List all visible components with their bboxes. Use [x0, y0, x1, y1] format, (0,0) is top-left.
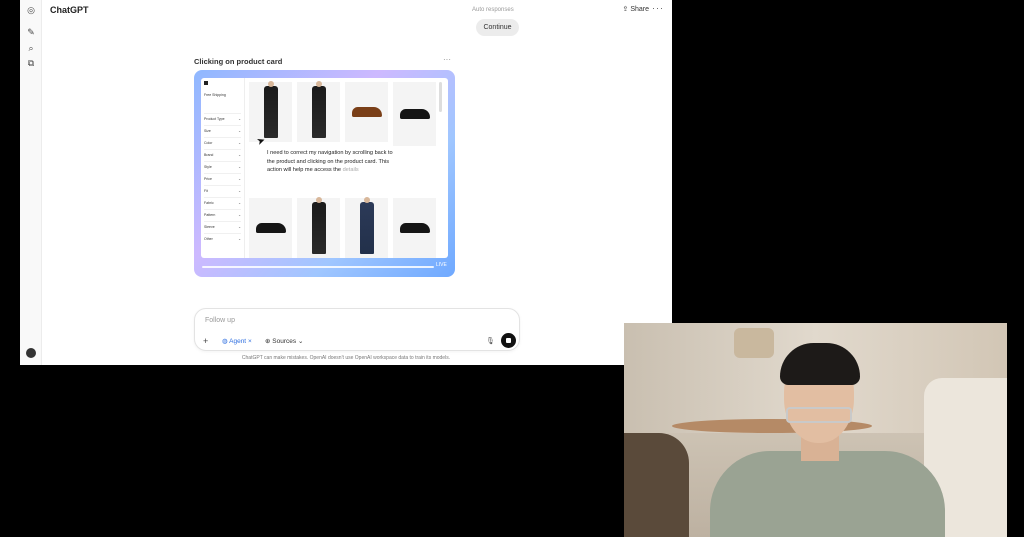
filter-row-label: Style [204, 165, 212, 170]
agent-icon: ◍ [222, 338, 228, 345]
filter-row-label: Fit [204, 189, 208, 194]
filter-heading: Free Shipping [204, 93, 226, 98]
composer: Follow up + ◍ Agent × ⊕ Sources ⌄ 🎙 [194, 308, 520, 351]
filter-sub [204, 98, 241, 102]
browser-viewport: Free Shipping Product Type ⌄ Size ⌄ Color ⌄ Br… [201, 78, 448, 258]
product-card[interactable] [393, 82, 436, 146]
agent-thought-tooltip: I need to correct my navigation by scrol… [267, 149, 397, 189]
step-more-icon[interactable]: ··· [443, 55, 451, 64]
auto-responses-label: Auto responses [472, 7, 514, 13]
chevron-down-icon: ⌄ [238, 201, 241, 206]
sources-button[interactable]: ⊕ Sources ⌄ [265, 337, 303, 345]
globe-icon: ⊕ [265, 338, 271, 345]
tooltip-fade-text: details [342, 167, 359, 174]
disclaimer: ChatGPT can make mistakes. OpenAI doesn'… [241, 355, 451, 361]
product-image [311, 197, 326, 254]
filter-row-label: Price [204, 177, 212, 182]
chatgpt-window: ◎ ✎ ⌕ ⧉ ChatGPT Auto responses Continue … [20, 0, 672, 365]
background-object [734, 328, 774, 358]
stop-button[interactable] [501, 333, 516, 348]
library-icon[interactable]: ⧉ [26, 58, 36, 68]
product-card[interactable] [345, 197, 388, 258]
filter-row[interactable]: Sleeve ⌄ [204, 221, 241, 233]
chevron-down-icon: ⌄ [238, 165, 241, 170]
product-image [255, 223, 286, 233]
filter-row[interactable]: Product Type ⌄ [204, 113, 241, 125]
filter-row[interactable]: Other ⌄ [204, 233, 241, 245]
microphone-icon[interactable]: 🎙 [486, 337, 495, 345]
replay-progress-bar[interactable] [202, 266, 434, 268]
product-image [359, 197, 374, 254]
more-options-icon[interactable]: ··· [652, 3, 664, 13]
plus-icon[interactable]: + [203, 336, 208, 346]
filter-list: Product Type ⌄ Size ⌄ Color ⌄ Brand ⌄ Style ⌄ Pric… [204, 113, 241, 245]
scrollbar[interactable] [439, 82, 442, 112]
screen: ◎ ✎ ⌕ ⧉ ChatGPT Auto responses Continue … [0, 0, 1024, 537]
app-title: ChatGPT [50, 5, 89, 15]
product-card[interactable] [297, 197, 340, 258]
filter-row-label: Other [204, 237, 213, 242]
filter-row-label: Size [204, 129, 211, 134]
agent-browser-preview[interactable]: Free Shipping Product Type ⌄ Size ⌄ Color ⌄ Br… [194, 70, 455, 277]
filter-row-label: Product Type [204, 117, 225, 122]
filter-sidebar: Free Shipping Product Type ⌄ Size ⌄ Color ⌄ Br… [201, 78, 245, 258]
filter-row[interactable]: Pattern ⌄ [204, 209, 241, 221]
chevron-down-icon: ⌄ [238, 117, 241, 122]
search-icon[interactable]: ⌕ [26, 43, 36, 53]
chevron-down-icon: ⌄ [238, 225, 241, 230]
presenter-body [710, 451, 945, 537]
continue-button[interactable]: Continue [476, 19, 519, 36]
product-card[interactable] [345, 82, 388, 142]
chevron-down-icon: ⌄ [238, 141, 241, 146]
close-icon[interactable]: × [248, 338, 252, 345]
site-logo [204, 81, 241, 86]
product-image [399, 223, 430, 233]
product-image [399, 109, 430, 119]
agent-label: Agent [229, 338, 247, 345]
chevron-down-icon: ⌄ [238, 177, 241, 182]
product-card[interactable] [249, 198, 292, 258]
product-card[interactable] [297, 81, 340, 142]
chevron-down-icon: ⌄ [238, 189, 241, 194]
share-icon: ⇪ [622, 6, 629, 13]
other-person [624, 433, 689, 537]
chevron-down-icon: ⌄ [238, 153, 241, 158]
chevron-down-icon: ⌄ [238, 213, 241, 218]
filter-row[interactable]: Size ⌄ [204, 125, 241, 137]
filter-row-label: Brand [204, 153, 214, 158]
chevron-down-icon: ⌄ [238, 237, 241, 242]
agent-step-title: Clicking on product card [194, 57, 283, 66]
tooltip-text: I need to correct my navigation by scrol… [267, 150, 393, 174]
product-card[interactable] [249, 81, 292, 142]
filter-row[interactable]: Price ⌄ [204, 173, 241, 185]
agent-chip[interactable]: ◍ Agent × [222, 337, 252, 345]
filter-row[interactable]: Color ⌄ [204, 137, 241, 149]
filter-row[interactable]: Fabric ⌄ [204, 197, 241, 209]
filter-row-label: Fabric [204, 201, 214, 206]
chevron-down-icon: ⌄ [297, 338, 304, 345]
filter-row-label: Sleeve [204, 225, 215, 230]
filter-row[interactable]: Brand ⌄ [204, 149, 241, 161]
share-button[interactable]: ⇪ Share [622, 5, 649, 13]
filter-row[interactable]: Fit ⌄ [204, 185, 241, 197]
sidebar-rail: ◎ ✎ ⌕ ⧉ [20, 0, 42, 365]
glasses [786, 407, 852, 423]
sources-label: Sources [272, 338, 297, 345]
filter-row-label: Color [204, 141, 213, 146]
product-image [311, 81, 326, 138]
openai-logo-icon[interactable]: ◎ [26, 5, 36, 15]
chevron-down-icon: ⌄ [238, 129, 241, 134]
live-badge: LIVE [436, 262, 447, 268]
filter-link[interactable] [204, 103, 241, 107]
filter-row-label: Pattern [204, 213, 216, 218]
product-card[interactable] [393, 198, 436, 258]
webcam-overlay [624, 323, 1007, 537]
followup-input[interactable]: Follow up [205, 317, 235, 324]
new-chat-icon[interactable]: ✎ [26, 27, 36, 37]
product-info [404, 156, 442, 160]
product-image [263, 81, 278, 138]
filter-row[interactable]: Style ⌄ [204, 161, 241, 173]
product-image [351, 107, 382, 117]
share-label: Share [630, 6, 649, 13]
